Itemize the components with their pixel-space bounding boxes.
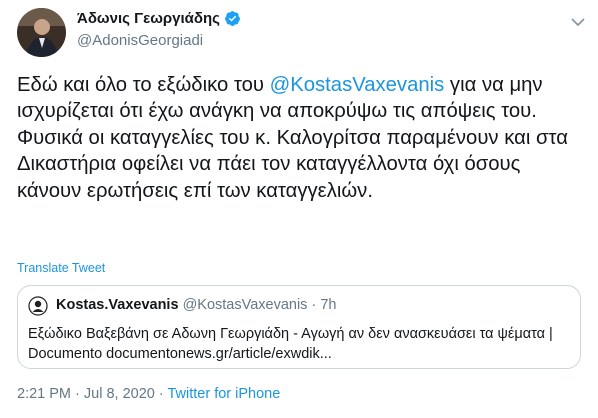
meta-separator: · — [154, 386, 168, 402]
quoted-age: 7h — [320, 297, 337, 313]
quoted-header: Kostas.Vaxevanis @KostasVaxevanis · 7h — [56, 297, 336, 313]
verified-badge-icon — [224, 10, 241, 27]
chevron-down-icon[interactable] — [570, 14, 586, 30]
tweet-meta: 2:21 PM · Jul 8, 2020 · Twitter for iPho… — [17, 386, 280, 402]
tweet-text: Εδώ και όλο το εξώδικο του @KostasVaxeva… — [17, 72, 587, 204]
quoted-author-avatar — [28, 296, 48, 316]
tweet-time[interactable]: 2:21 PM — [17, 386, 71, 402]
author-handle[interactable]: @AdonisGeorgiadi — [77, 32, 203, 49]
tweet-source-link[interactable]: Twitter for iPhone — [167, 386, 280, 402]
translate-tweet-link[interactable]: Translate Tweet — [17, 261, 105, 275]
quoted-author-handle: @KostasVaxevanis — [182, 297, 308, 313]
quoted-tweet[interactable]: Kostas.Vaxevanis @KostasVaxevanis · 7h Ε… — [17, 285, 581, 369]
meta-separator: · — [71, 386, 84, 402]
author-name[interactable]: Άδωνις Γεωργιάδης — [77, 10, 220, 27]
tweet-date[interactable]: Jul 8, 2020 — [84, 386, 155, 402]
quoted-author-name: Kostas.Vaxevanis — [56, 297, 179, 313]
author-avatar[interactable] — [17, 8, 66, 57]
author-name-row: Άδωνις Γεωργιάδης — [77, 10, 241, 27]
quoted-text: Εξώδικο Βαξεβάνη σε Αδωνη Γεωργιάδη - Αγ… — [28, 326, 553, 362]
mention-link[interactable]: @KostasVaxevanis — [270, 74, 445, 96]
quoted-separator: · — [307, 297, 321, 313]
tweet-text-part: Εδώ και όλο το εξώδικο του — [17, 74, 270, 96]
